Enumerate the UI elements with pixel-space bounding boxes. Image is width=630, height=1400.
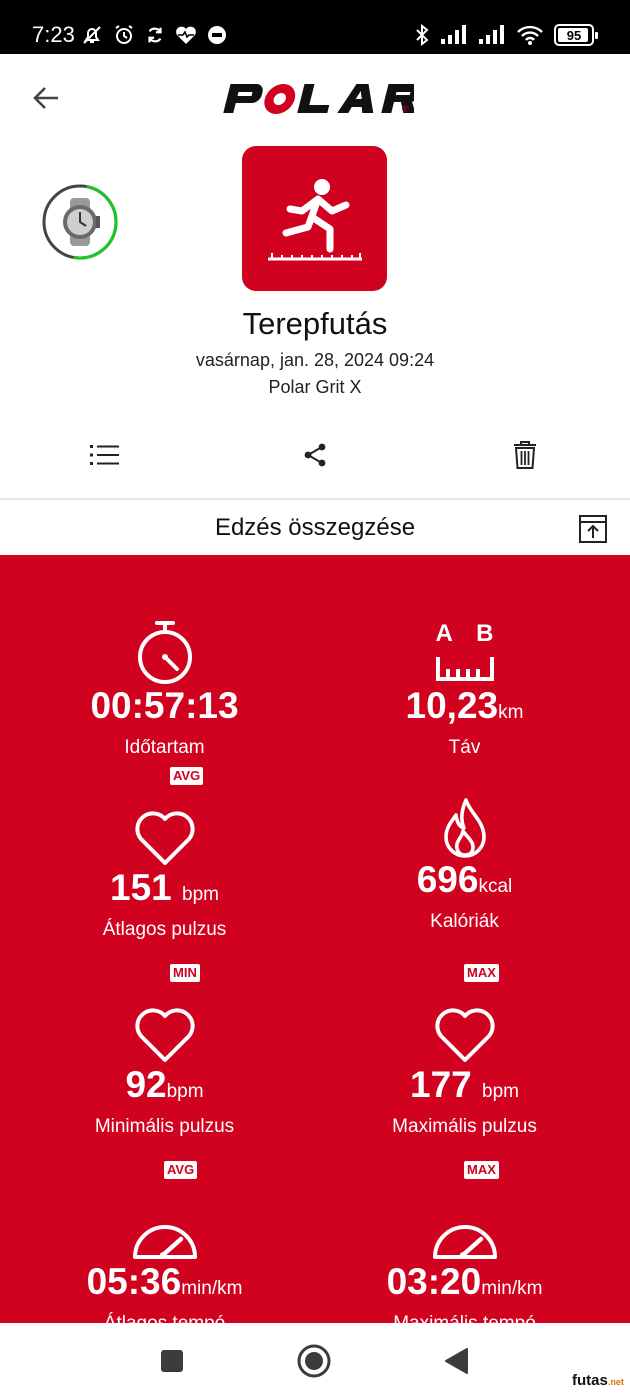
- delete-button[interactable]: [502, 432, 548, 478]
- metric-label: Maximális tempó: [307, 1312, 622, 1323]
- metric-duration: 00:57:13 Időtartam: [7, 585, 322, 760]
- home-circle-icon: [297, 1344, 331, 1378]
- metric-unit: kcal: [478, 876, 513, 897]
- battery-text: 95: [566, 27, 582, 43]
- registered-mark: ®: [402, 104, 409, 114]
- wifi-icon: [517, 25, 543, 45]
- battery-icon: 95: [554, 24, 598, 46]
- polar-logo: ®: [218, 78, 421, 120]
- back-nav-button[interactable]: [436, 1341, 476, 1381]
- flame-icon: [443, 798, 486, 858]
- metric-value: 00:57:13: [90, 685, 239, 726]
- navigation-bar: [0, 1323, 630, 1400]
- list-icon: [90, 445, 119, 465]
- metric-label: Átlagos tempó: [7, 1312, 322, 1323]
- distance-icon-letter-b: B: [476, 620, 494, 647]
- share-icon: [304, 443, 326, 467]
- arrow-left-icon: [33, 87, 58, 109]
- triangle-back-icon: [445, 1348, 468, 1374]
- summary-panel: 00:57:13 Időtartam A B 10,23km Táv AVG 1…: [0, 555, 630, 1323]
- home-button[interactable]: [294, 1341, 334, 1381]
- speedometer-icon: [132, 1225, 197, 1259]
- metric-max-heart-rate: MAX 177 bpm Maximális pulzus: [307, 964, 622, 1139]
- share-button[interactable]: [292, 432, 338, 478]
- metric-value: 151: [110, 867, 172, 908]
- metric-label: Időtartam: [124, 737, 205, 758]
- metric-distance: A B 10,23km Táv: [307, 585, 622, 760]
- watch-icon: [42, 184, 118, 260]
- metric-value: 177: [410, 1064, 472, 1105]
- heart-icon: [134, 811, 195, 865]
- heart-icon: [134, 1008, 195, 1062]
- metric-unit: bpm: [166, 1081, 204, 1102]
- metric-unit: bpm: [182, 884, 219, 905]
- metric-label: Kalóriák: [430, 911, 499, 932]
- metric-label: Maximális pulzus: [392, 1116, 537, 1137]
- heart-icon: [434, 1008, 495, 1062]
- metric-unit: min/km: [481, 1278, 543, 1299]
- stopwatch-icon: [137, 621, 192, 684]
- signal-icon: [479, 25, 504, 44]
- bluetooth-icon: [416, 23, 429, 47]
- metric-avg-pace: AVG 05:36min/km Átlagos tempó: [7, 1161, 322, 1323]
- signal-icon: [441, 25, 466, 44]
- speedometer-icon: [432, 1225, 497, 1259]
- metric-calories: 696kcal Kalóriák: [307, 759, 622, 934]
- metric-label: Minimális pulzus: [94, 1116, 235, 1137]
- metric-unit: km: [498, 702, 524, 723]
- summary-title: Edzés összegzése: [214, 514, 416, 541]
- metric-min-heart-rate: MIN 92bpm Minimális pulzus: [7, 964, 322, 1139]
- metric-tag: MAX: [464, 1161, 499, 1179]
- recents-button[interactable]: [152, 1341, 192, 1381]
- record-icon: [208, 26, 226, 44]
- heart-rate-icon: [176, 26, 196, 44]
- polar-logo-mark: [223, 84, 421, 114]
- activity-date: vasárnap, jan. 28, 2024 09:24: [195, 350, 435, 370]
- metric-label: Táv: [448, 737, 481, 758]
- export-icon: [579, 515, 607, 543]
- metric-unit: min/km: [181, 1278, 243, 1299]
- metric-tag: MIN: [170, 964, 200, 982]
- watermark-text: futas: [572, 1372, 608, 1389]
- metric-value: 05:36: [86, 1261, 182, 1302]
- sport-tile: [242, 146, 387, 291]
- metric-value: 10,23: [405, 685, 499, 726]
- metric-tag: AVG: [170, 767, 204, 785]
- export-button[interactable]: [578, 514, 610, 546]
- watermark-suffix: .net: [607, 1377, 624, 1387]
- ruler-icon: [435, 657, 494, 681]
- metric-unit: bpm: [482, 1081, 519, 1102]
- sync-icon: [148, 27, 162, 43]
- metric-label: Átlagos pulzus: [102, 919, 227, 940]
- trash-icon: [514, 441, 536, 469]
- metric-value: 92: [125, 1064, 167, 1105]
- metric-max-pace: MAX 03:20min/km Maximális tempó: [307, 1161, 622, 1323]
- device-name: Polar Grit X: [268, 377, 362, 397]
- metric-value: 03:20: [386, 1261, 482, 1302]
- trail-running-icon: [267, 178, 362, 260]
- watermark: futas.net: [572, 1372, 624, 1389]
- distance-icon-letter-a: A: [435, 620, 453, 647]
- mute-bell-icon: [83, 26, 101, 44]
- status-bar: 7:23 95: [0, 0, 630, 54]
- back-button[interactable]: [26, 78, 66, 118]
- sport-name: Terepfutás: [242, 306, 388, 341]
- metric-avg-heart-rate: AVG 151 bpm Átlagos pulzus: [7, 767, 322, 942]
- status-time: 7:23: [32, 22, 75, 47]
- list-button[interactable]: [82, 432, 128, 478]
- square-icon: [161, 1350, 183, 1372]
- metric-value: 696: [416, 859, 479, 900]
- action-bar: [0, 432, 630, 478]
- device-sync-indicator[interactable]: [40, 182, 120, 262]
- distance-icon: A B: [432, 621, 498, 685]
- metric-tag: MAX: [464, 964, 499, 982]
- divider: [0, 498, 630, 500]
- metric-tag: AVG: [164, 1161, 198, 1179]
- alarm-icon: [115, 25, 133, 44]
